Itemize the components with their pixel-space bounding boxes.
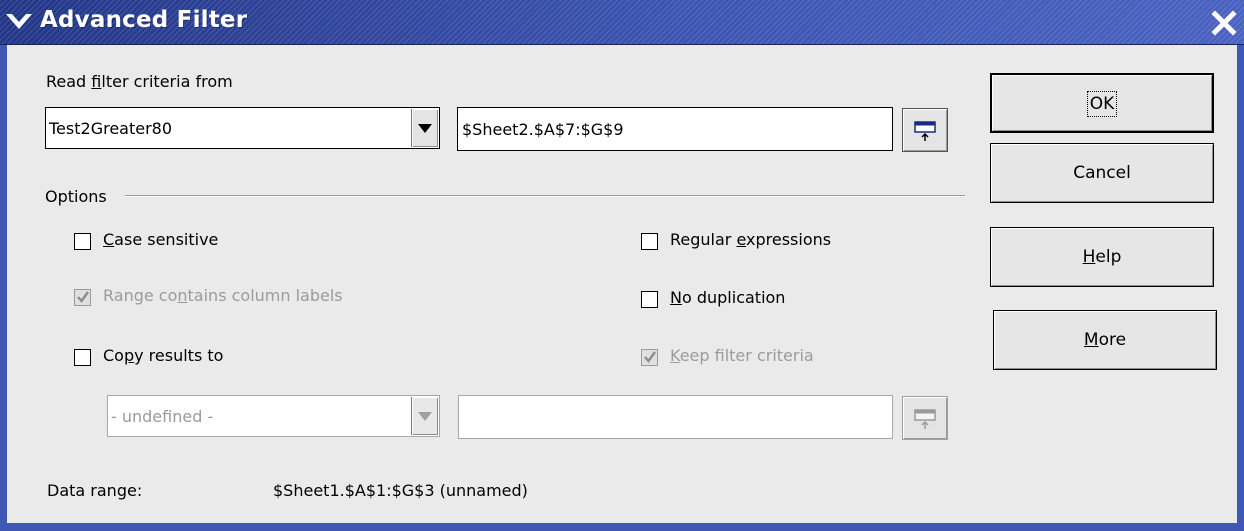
- copy-results-combo-value: - undefined -: [111, 407, 214, 426]
- options-heading: Options: [45, 187, 107, 206]
- ok-button-label: OK: [1086, 91, 1118, 117]
- help-button-label: Help: [1082, 247, 1122, 267]
- copy-results-combo-dropdown-button: [411, 397, 438, 435]
- copy-results-combo: - undefined -: [107, 395, 440, 437]
- keep-filter-criteria-label: Keep filter criteria: [670, 346, 814, 365]
- window-title: Advanced Filter: [40, 7, 248, 33]
- criteria-label: Read filter criteria from: [46, 72, 233, 91]
- ok-button[interactable]: OK: [990, 73, 1214, 133]
- copy-results-label[interactable]: Copy results to: [103, 346, 223, 365]
- range-contains-labels-checkbox: [74, 289, 91, 306]
- copy-results-checkbox[interactable]: [74, 349, 91, 366]
- copy-results-shrink-button: [902, 396, 948, 440]
- regular-expressions-label[interactable]: Regular expressions: [670, 230, 831, 249]
- case-sensitive-label[interactable]: Case sensitive: [103, 230, 218, 249]
- close-icon[interactable]: [1206, 8, 1242, 38]
- shrink-icon: [914, 121, 936, 141]
- criteria-combo-dropdown-button[interactable]: [411, 109, 438, 147]
- keep-filter-criteria-checkbox: [641, 349, 658, 366]
- no-duplication-checkbox[interactable]: [641, 291, 658, 308]
- chevron-down-icon[interactable]: [4, 9, 34, 35]
- regular-expressions-checkbox[interactable]: [641, 233, 658, 250]
- more-button-label: More: [1083, 330, 1127, 350]
- title-bar[interactable]: Advanced Filter: [0, 0, 1244, 45]
- range-contains-labels-label: Range contains column labels: [103, 286, 343, 305]
- no-duplication-label[interactable]: No duplication: [670, 288, 785, 307]
- criteria-shrink-button[interactable]: [902, 108, 948, 152]
- criteria-range-input[interactable]: $Sheet2.$A$7:$G$9: [457, 107, 893, 151]
- more-button[interactable]: More: [993, 310, 1217, 370]
- criteria-combo[interactable]: Test2Greater80: [45, 107, 440, 149]
- criteria-range-value: $Sheet2.$A$7:$G$9: [462, 120, 624, 139]
- options-separator: [125, 195, 965, 197]
- data-range-label: Data range:: [47, 481, 143, 500]
- case-sensitive-checkbox[interactable]: [74, 233, 91, 250]
- criteria-combo-value: Test2Greater80: [49, 119, 173, 138]
- chevron-down-icon: [418, 124, 432, 133]
- cancel-button-label: Cancel: [1073, 163, 1131, 183]
- copy-results-input: [458, 395, 893, 439]
- advanced-filter-dialog: Read filter criteria from Test2Greater80…: [7, 45, 1237, 523]
- cancel-button[interactable]: Cancel: [990, 143, 1214, 203]
- shrink-icon: [914, 409, 936, 429]
- help-button[interactable]: Help: [990, 227, 1214, 287]
- data-range-value: $Sheet1.$A$1:$G$3 (unnamed): [273, 481, 528, 500]
- chevron-down-icon: [418, 412, 432, 421]
